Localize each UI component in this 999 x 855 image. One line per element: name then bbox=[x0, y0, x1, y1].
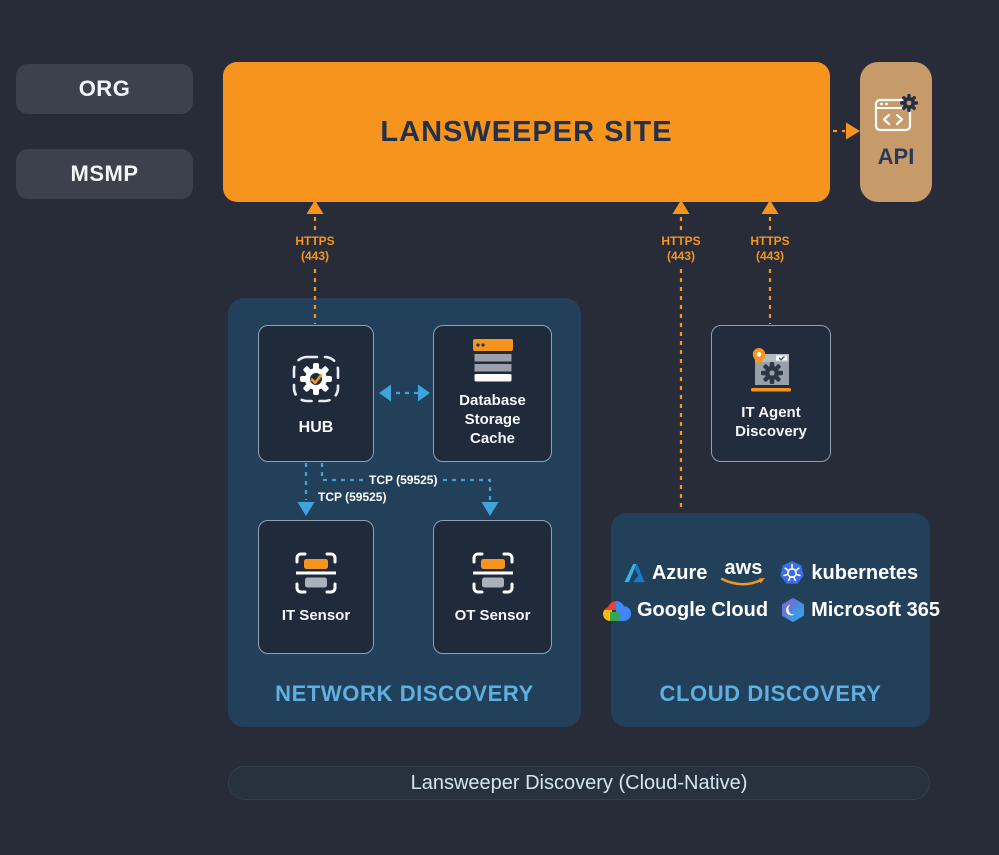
network-discovery-title: NETWORK DISCOVERY bbox=[228, 681, 581, 707]
code-window-gear-icon bbox=[873, 94, 919, 138]
database-stack-icon bbox=[471, 338, 515, 382]
org-tag-label: ORG bbox=[79, 76, 131, 102]
https-443-label-middle: HTTPS (443) bbox=[649, 234, 713, 264]
microsoft-365-logo: Microsoft 365 bbox=[781, 598, 940, 622]
sensor-scan-icon bbox=[289, 549, 343, 597]
azure-label: Azure bbox=[652, 562, 708, 585]
lansweeper-site-banner: LANSWEEPER SITE bbox=[223, 62, 830, 202]
hub-gear-icon bbox=[287, 350, 345, 408]
msmp-tag: MSMP bbox=[16, 149, 193, 199]
cloud-providers-row-2: Google Cloud Microsoft 365 bbox=[619, 598, 922, 622]
it-agent-discovery-node: IT Agent Discovery bbox=[711, 325, 831, 462]
org-tag: ORG bbox=[16, 64, 193, 114]
footer-banner: Lansweeper Discovery (Cloud-Native) bbox=[228, 766, 930, 800]
tcp-59525-label-right: TCP (59525) bbox=[369, 473, 437, 487]
aws-label: aws bbox=[725, 559, 763, 577]
api-node: API bbox=[860, 62, 932, 202]
hub-label: HUB bbox=[291, 418, 342, 438]
kubernetes-icon bbox=[779, 560, 805, 586]
aws-smile-icon bbox=[720, 577, 766, 587]
hub-node: HUB bbox=[258, 325, 374, 462]
google-cloud-label: Google Cloud bbox=[637, 599, 768, 622]
ot-sensor-label: OT Sensor bbox=[447, 607, 539, 626]
ot-sensor-node: OT Sensor bbox=[433, 520, 552, 654]
it-sensor-label: IT Sensor bbox=[274, 607, 358, 626]
msmp-tag-label: MSMP bbox=[71, 161, 139, 187]
footer-label: Lansweeper Discovery (Cloud-Native) bbox=[411, 772, 748, 795]
database-storage-cache-node: Database Storage Cache bbox=[433, 325, 552, 462]
api-label: API bbox=[878, 144, 915, 170]
aws-logo: aws bbox=[720, 559, 766, 587]
kubernetes-label: kubernetes bbox=[811, 562, 918, 585]
database-storage-cache-label: Database Storage Cache bbox=[434, 392, 551, 448]
https-443-label-right: HTTPS (443) bbox=[738, 234, 802, 264]
lansweeper-site-title: LANSWEEPER SITE bbox=[380, 116, 672, 149]
cloud-providers-row-1: Azure aws bbox=[619, 559, 922, 587]
azure-icon bbox=[623, 562, 646, 584]
it-agent-discovery-label: IT Agent Discovery bbox=[712, 404, 830, 442]
cloud-discovery-title: CLOUD DISCOVERY bbox=[611, 681, 930, 707]
tcp-59525-label-left: TCP (59525) bbox=[318, 490, 386, 504]
lansweeper-architecture-diagram: ORG MSMP LANSWEEPER SITE bbox=[0, 0, 999, 855]
google-cloud-icon bbox=[601, 599, 631, 622]
kubernetes-logo: kubernetes bbox=[779, 560, 918, 586]
https-443-label-left: HTTPS (443) bbox=[283, 234, 347, 264]
sensor-scan-icon bbox=[466, 549, 520, 597]
microsoft-365-icon bbox=[781, 598, 805, 622]
agent-window-pin-gear-icon bbox=[745, 346, 797, 394]
google-cloud-logo: Google Cloud bbox=[601, 599, 768, 622]
it-sensor-node: IT Sensor bbox=[258, 520, 374, 654]
cloud-discovery-panel: Azure aws bbox=[611, 513, 930, 727]
azure-logo: Azure bbox=[623, 562, 708, 585]
microsoft-365-label: Microsoft 365 bbox=[811, 599, 940, 622]
